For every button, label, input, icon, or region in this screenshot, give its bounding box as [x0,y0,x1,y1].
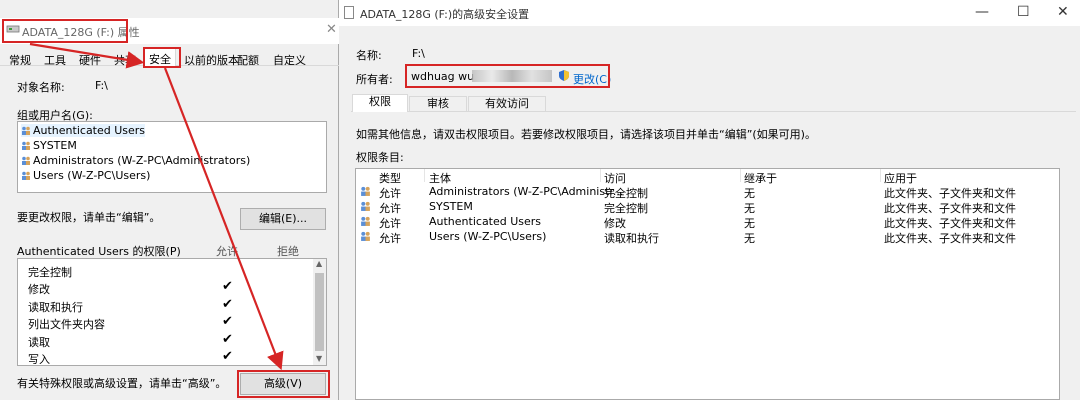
minimize-icon[interactable]: — [975,4,989,20]
row-inherited[interactable]: 无 [744,230,755,246]
users-icon [22,156,30,165]
perm-read-execute: 读取和执行 [28,301,83,314]
tab-permissions[interactable]: 权限 [352,94,408,112]
owner-label: 所有者: [356,73,393,86]
perm-read: 读取 [28,336,50,349]
row-type[interactable]: 允许 [379,215,401,231]
row-principal[interactable]: Authenticated Users [429,215,541,228]
users-icon [22,171,30,180]
permissions-scrollbar[interactable]: ▲ ▼ [313,259,326,365]
users-icon [22,126,30,135]
column-divider [424,169,425,182]
document-icon [344,6,354,19]
col-access[interactable]: 访问 [604,170,626,186]
row-access[interactable]: 完全控制 [604,185,648,201]
tab-hardware[interactable]: 硬件 [79,52,101,68]
tab-previous-versions[interactable]: 以前的版本 [184,52,239,68]
deny-column-label: 拒绝 [277,245,299,258]
edit-button[interactable]: 编辑(E)... [240,208,326,230]
row-applies-to[interactable]: 此文件夹、子文件夹和文件 [884,230,1016,246]
row-type[interactable]: 允许 [379,230,401,246]
advanced-title: ADATA_128G (F:)的高级安全设置 [360,8,530,21]
close-icon[interactable]: ✕ [1057,4,1069,20]
annotation-owner-box [405,64,610,88]
tab-auditing[interactable]: 审核 [409,96,467,111]
annotation-security-tab-box [143,47,181,68]
user-name: Authenticated Users [33,124,146,137]
name-label: 名称: [356,49,382,62]
tab-quota[interactable]: 配额 [237,52,259,68]
object-name-label: 对象名称: [17,81,65,94]
perm-list-folder: 列出文件夹内容 [28,318,105,331]
allow-column-label: 允许 [216,245,238,258]
user-name: Users (W-Z-PC\Users) [33,169,151,182]
row-type[interactable]: 允许 [379,200,401,216]
user-name: Administrators (W-Z-PC\Administrators) [33,154,251,167]
permissions-header: Authenticated Users 的权限(P) [17,245,181,258]
annotation-advanced-button-box [237,370,330,398]
list-item[interactable]: Users (W-Z-PC\Users) [21,169,150,182]
row-applies-to[interactable]: 此文件夹、子文件夹和文件 [884,215,1016,231]
row-applies-to[interactable]: 此文件夹、子文件夹和文件 [884,200,1016,216]
tab-customize[interactable]: 自定义 [273,52,306,68]
tab-general[interactable]: 常规 [9,52,31,68]
row-inherited[interactable]: 无 [744,215,755,231]
tab-tools[interactable]: 工具 [44,52,66,68]
user-name: SYSTEM [33,139,77,152]
row-access[interactable]: 修改 [604,215,626,231]
column-divider [880,169,881,182]
edit-hint: 要更改权限，请单击“编辑”。 [17,211,161,224]
scrollbar-thumb[interactable] [315,273,324,351]
tab-effective-access[interactable]: 有效访问 [468,96,546,111]
checkmark-icon: ✔ [222,349,233,364]
column-divider [600,169,601,182]
column-divider [740,169,741,182]
list-item[interactable]: Administrators (W-Z-PC\Administrators) [21,154,250,167]
col-inherited[interactable]: 继承于 [744,170,777,186]
users-icon [361,231,370,241]
checkmark-icon: ✔ [222,314,233,329]
user-list[interactable]: Authenticated Users SYSTEM Administrator… [17,121,327,193]
checkmark-icon: ✔ [222,332,233,347]
perm-write: 写入 [28,353,50,366]
row-principal[interactable]: Users (W-Z-PC\Users) [429,230,546,243]
row-access[interactable]: 完全控制 [604,200,648,216]
row-inherited[interactable]: 无 [744,200,755,216]
tab-sharing[interactable]: 共享 [114,52,136,68]
row-type[interactable]: 允许 [379,185,401,201]
annotation-title-box [2,19,128,43]
row-access[interactable]: 读取和执行 [604,230,659,246]
users-icon [22,141,30,150]
list-item[interactable]: SYSTEM [21,139,77,152]
perm-full-control: 完全控制 [28,266,72,279]
col-principal[interactable]: 主体 [429,170,451,186]
maximize-icon[interactable]: ☐ [1017,4,1030,20]
users-icon [361,201,370,211]
scroll-up-icon[interactable]: ▲ [316,259,322,268]
scroll-down-icon[interactable]: ▼ [316,354,322,363]
close-icon[interactable]: ✕ [326,22,337,37]
object-name-value: F:\ [95,79,108,92]
row-principal[interactable]: SYSTEM [429,200,473,213]
row-applies-to[interactable]: 此文件夹、子文件夹和文件 [884,185,1016,201]
name-value: F:\ [412,47,425,60]
checkmark-icon: ✔ [222,297,233,312]
row-principal[interactable]: Administrators (W-Z-PC\Administr... [429,185,623,198]
list-item[interactable]: Authenticated Users [21,124,146,137]
entries-label: 权限条目: [356,151,404,164]
users-icon [361,186,370,196]
users-icon [361,216,370,226]
col-type[interactable]: 类型 [379,170,401,186]
info-text: 如需其他信息，请双击权限项目。若要修改权限项目，请选择该项目并单击“编辑”(如果… [356,128,816,141]
checkmark-icon: ✔ [222,279,233,294]
perm-modify: 修改 [28,283,50,296]
advanced-hint: 有关特殊权限或高级设置，请单击“高级”。 [17,377,227,390]
col-applies-to[interactable]: 应用于 [884,170,917,186]
row-inherited[interactable]: 无 [744,185,755,201]
adv-tab-strip [351,111,1076,112]
